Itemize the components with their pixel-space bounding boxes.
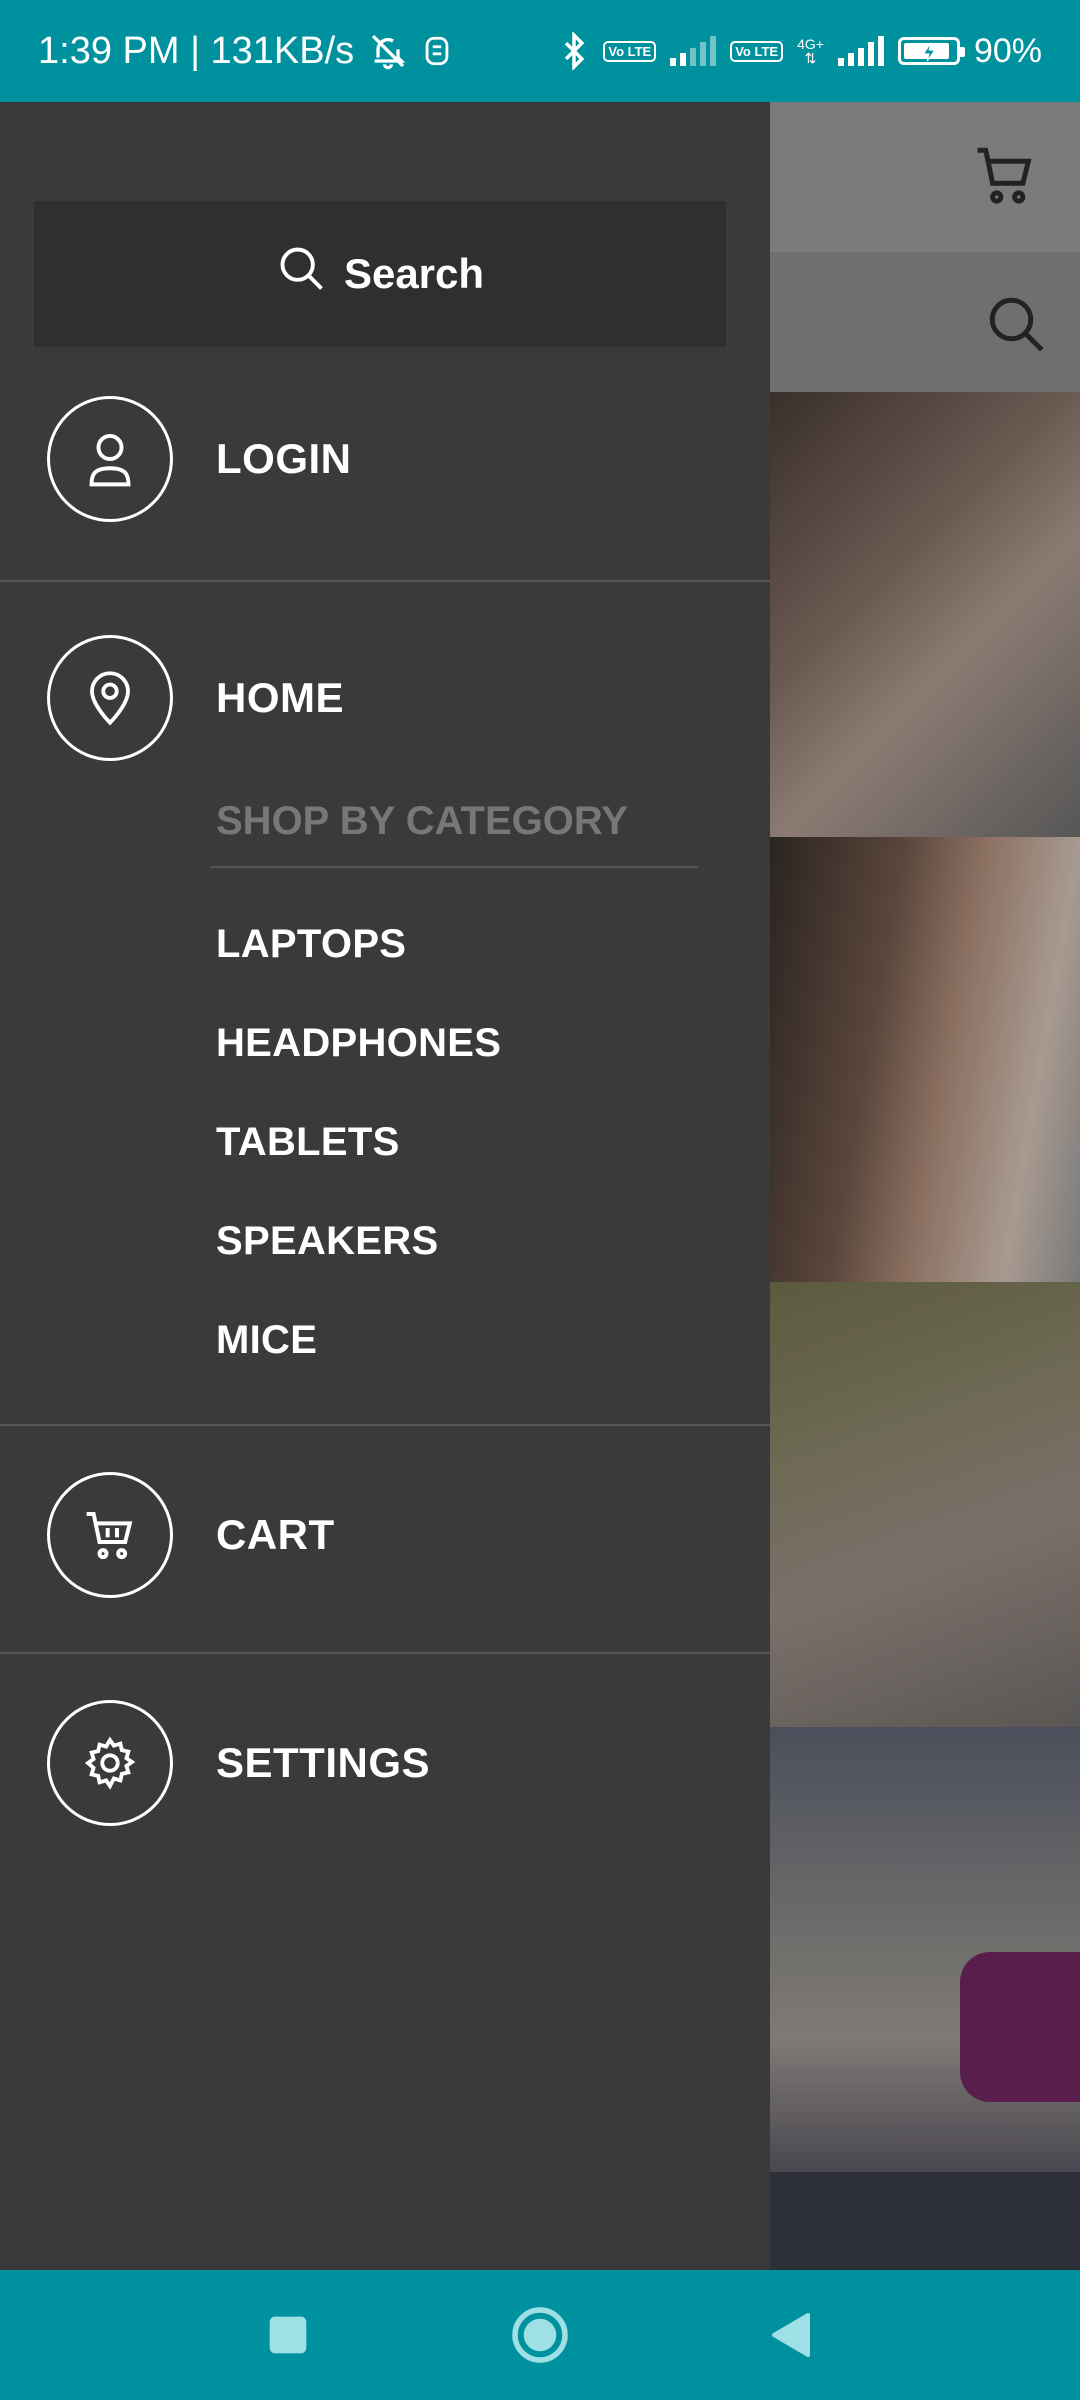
app-cart-icon[interactable]: [970, 142, 1040, 213]
speaker-accent: [960, 1952, 1080, 2102]
category-photo-headphones[interactable]: [770, 837, 1080, 1282]
home-label: HOME: [216, 674, 344, 721]
signal-bars-2-icon: [837, 36, 884, 66]
status-time-speed: 1:39 PM | 131KB/s: [38, 29, 355, 72]
network-type: 4G+ ⇅: [797, 36, 824, 66]
divider: [0, 1652, 770, 1654]
battery-percent: 90%: [973, 31, 1042, 70]
category-photo-mice[interactable]: [770, 2172, 1080, 2270]
system-nav-bar: [0, 2270, 1080, 2400]
search-icon: [276, 243, 328, 305]
battery-icon: [897, 37, 965, 65]
bluetooth-icon: [559, 32, 589, 70]
app-notification-icon: [422, 34, 452, 68]
drawer-item-login[interactable]: LOGIN: [0, 396, 770, 522]
app-search-icon[interactable]: [984, 292, 1050, 363]
drawer-item-cart[interactable]: CART: [0, 1472, 770, 1598]
app-background[interactable]: [770, 102, 1080, 2270]
gear-icon: [47, 1700, 173, 1826]
cart-label: CART: [216, 1511, 335, 1558]
drawer-item-home[interactable]: HOME: [0, 635, 770, 761]
category-divider: [210, 866, 698, 868]
divider: [0, 1424, 770, 1426]
category-item-laptops[interactable]: LAPTOPS: [216, 922, 406, 967]
back-button[interactable]: [730, 2270, 850, 2400]
category-item-mice[interactable]: MICE: [216, 1318, 317, 1363]
volte-badge-1: Vo LTE: [603, 40, 657, 62]
triangle-back-icon: [772, 2313, 810, 2357]
category-item-headphones[interactable]: HEADPHONES: [216, 1021, 501, 1066]
login-label: LOGIN: [216, 435, 352, 482]
charging-bolt-icon: [922, 42, 936, 62]
data-arrows-icon: ⇅: [804, 50, 817, 66]
circle-icon: [512, 2307, 568, 2363]
cart-icon: [47, 1472, 173, 1598]
status-bar: 1:39 PM | 131KB/s Vo LTE Vo LTE 4G+ ⇅ 90…: [0, 0, 1080, 102]
recents-button[interactable]: [228, 2270, 348, 2400]
category-photo-tablets[interactable]: [770, 1282, 1080, 1727]
category-item-tablets[interactable]: TABLETS: [216, 1120, 400, 1165]
home-button[interactable]: [480, 2270, 600, 2400]
location-pin-icon: [47, 635, 173, 761]
category-photo-laptops[interactable]: [770, 392, 1080, 837]
user-icon: [47, 396, 173, 522]
category-item-speakers[interactable]: SPEAKERS: [216, 1219, 438, 1264]
settings-label: SETTINGS: [216, 1739, 431, 1786]
drawer-item-settings[interactable]: SETTINGS: [0, 1700, 770, 1826]
divider: [0, 580, 770, 582]
signal-bars-1-icon: [670, 36, 717, 66]
drawer-search-label: Search: [343, 250, 485, 297]
volte-badge-2: Vo LTE: [730, 40, 784, 62]
drawer-search-button[interactable]: Search: [34, 201, 726, 347]
category-photo-speakers[interactable]: [770, 1727, 1080, 2172]
category-heading: SHOP BY CATEGORY: [216, 799, 628, 843]
square-icon: [269, 2316, 307, 2354]
mute-notification-icon: [368, 31, 408, 71]
navigation-drawer: Search LOGIN HOME SHOP BY CATEGORY LAPTO…: [0, 102, 770, 2270]
